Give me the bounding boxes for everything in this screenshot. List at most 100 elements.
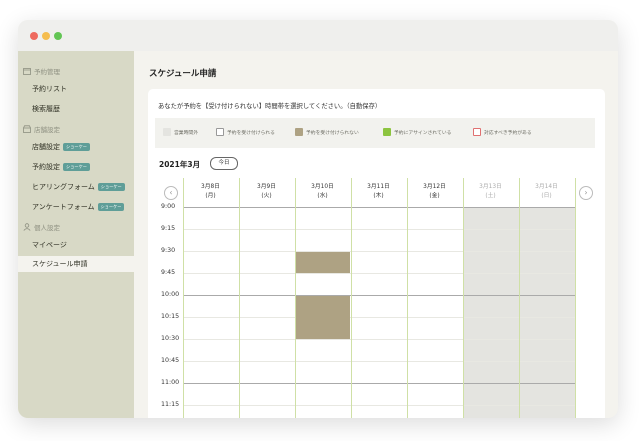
legend-label: 営業時間外 [174, 130, 198, 136]
day-date: 3月11日 [367, 184, 390, 190]
grid-row-line [183, 339, 575, 340]
legend-swatch [473, 128, 481, 136]
grid-row-line [183, 273, 575, 274]
grid-row-line [183, 405, 575, 406]
day-date: 3月12日 [423, 184, 446, 190]
sidebar-item-reservation-list[interactable]: 予約リスト [32, 84, 67, 94]
legend-swatch [163, 128, 171, 136]
grid-row-line [183, 383, 575, 384]
grid-row-line [183, 251, 575, 252]
grid-row-line [183, 317, 575, 318]
grid-column-line [575, 178, 576, 418]
day-weekday: (木) [373, 193, 384, 199]
next-week-icon[interactable]: › [579, 186, 593, 200]
sidebar-item-store-settings[interactable]: 店舗設定 ショーケー [32, 142, 90, 152]
sidebar-section-label: 個人設定 [34, 224, 60, 232]
sidebar-section-label: 予約管理 [34, 68, 60, 76]
day-header: 3月10日 (水) [295, 178, 350, 206]
legend-swatch [216, 128, 224, 136]
day-header: 3月12日 (金) [407, 178, 462, 206]
time-label: 10:15 [161, 313, 180, 320]
legend-item-outside-hours: 営業時間外 [163, 128, 198, 136]
day-column[interactable] [239, 207, 295, 418]
day-weekday: (水) [317, 193, 328, 199]
showcase-badge: ショーケー [63, 143, 90, 151]
sidebar: 予約管理 予約リスト 検索履歴 店舗設定 店舗設定 ショーケー 予約設定 ショーケー… [18, 51, 134, 418]
sidebar-section-store: 店舗設定 [23, 124, 60, 134]
sidebar-item-reservation-settings[interactable]: 予約設定 ショーケー [32, 162, 90, 172]
sidebar-item-hearing-form[interactable]: ヒアリングフォーム ショーケー [32, 182, 125, 192]
legend-label: 予約を受け付けられない [306, 130, 359, 136]
sidebar-item-label: 検索履歴 [32, 105, 60, 113]
day-column[interactable] [351, 207, 407, 418]
main-content: スケジュール申請 あなたが予約を【受け付けられない】時間帯を選択してください。（… [134, 51, 618, 418]
sidebar-item-label: 店舗設定 [32, 143, 60, 151]
sidebar-item-label: マイページ [32, 241, 67, 249]
time-label: 9:45 [161, 269, 176, 276]
grid-column-line [351, 178, 352, 418]
legend: 営業時間外 予約を受け付けられる 予約を受け付けられない 予約にアサインされてい… [155, 118, 595, 148]
day-column [519, 207, 575, 418]
legend-item-action-needed: 対応すべき予約がある [473, 128, 532, 136]
sidebar-section-label: 店舗設定 [34, 126, 60, 134]
title-bar [18, 20, 618, 51]
grid-row-line [183, 361, 575, 362]
day-column[interactable] [183, 207, 239, 418]
sidebar-item-schedule-request[interactable]: スケジュール申請 [18, 256, 134, 272]
day-weekday: (月) [205, 193, 216, 199]
day-weekday: (金) [429, 193, 440, 199]
grid-column-line [407, 178, 408, 418]
grid-column-line [183, 178, 184, 418]
legend-item-unavailable: 予約を受け付けられない [295, 128, 359, 136]
unavailable-slot[interactable] [296, 296, 350, 339]
today-button[interactable]: 今日 [210, 157, 238, 170]
day-weekday: (火) [261, 193, 272, 199]
grid-row-line [183, 229, 575, 230]
maximize-window-button[interactable] [54, 32, 62, 40]
sidebar-item-label: 予約リスト [32, 85, 67, 93]
app-window: 予約管理 予約リスト 検索履歴 店舗設定 店舗設定 ショーケー 予約設定 ショーケー… [18, 20, 618, 418]
legend-swatch [295, 128, 303, 136]
page-title: スケジュール申請 [149, 69, 217, 79]
time-label: 10:45 [161, 357, 180, 364]
sidebar-item-survey-form[interactable]: アンケートフォーム ショーケー [32, 202, 125, 212]
time-label: 10:00 [161, 291, 180, 298]
grid-column-line [519, 178, 520, 418]
month-label: 2021年3月 [159, 160, 201, 169]
day-date: 3月10日 [311, 184, 334, 190]
sidebar-item-my-page[interactable]: マイページ [32, 240, 67, 250]
day-column [463, 207, 519, 418]
sidebar-section-personal: 個人設定 [23, 222, 60, 232]
time-label: 9:15 [161, 225, 176, 232]
time-label: 11:00 [161, 379, 180, 386]
day-column[interactable] [407, 207, 463, 418]
day-date: 3月14日 [535, 184, 558, 190]
legend-item-available: 予約を受け付けられる [216, 128, 275, 136]
legend-swatch [383, 128, 391, 136]
schedule-card: あなたが予約を【受け付けられない】時間帯を選択してください。（自動保存） 営業時… [148, 89, 605, 418]
day-date: 3月13日 [479, 184, 502, 190]
day-header: 3月9日 (火) [239, 178, 294, 206]
calendar-icon [23, 68, 31, 75]
close-window-button[interactable] [30, 32, 38, 40]
showcase-badge: ショーケー [97, 203, 125, 211]
grid-column-line [463, 178, 464, 418]
sidebar-item-label: 予約設定 [32, 163, 60, 171]
time-label: 10:30 [161, 335, 180, 342]
legend-label: 予約にアサインされている [394, 130, 452, 136]
time-label: 9:00 [161, 203, 176, 210]
sidebar-item-label: ヒアリングフォーム [32, 183, 95, 191]
day-date: 3月8日 [201, 184, 220, 190]
unavailable-slot[interactable] [296, 252, 350, 273]
person-icon [23, 223, 31, 231]
prev-week-icon[interactable]: ‹ [164, 186, 178, 200]
instruction-text: あなたが予約を【受け付けられない】時間帯を選択してください。（自動保存） [158, 103, 382, 110]
day-weekday: (土) [485, 193, 496, 199]
day-header: 3月11日 (木) [351, 178, 406, 206]
sidebar-item-search-history[interactable]: 検索履歴 [32, 104, 60, 114]
day-header: 3月13日 (土) [463, 178, 518, 206]
day-header: 3月8日 (月) [183, 178, 238, 206]
sidebar-section-reservations: 予約管理 [23, 66, 60, 76]
time-label: 9:30 [161, 247, 176, 254]
minimize-window-button[interactable] [42, 32, 50, 40]
